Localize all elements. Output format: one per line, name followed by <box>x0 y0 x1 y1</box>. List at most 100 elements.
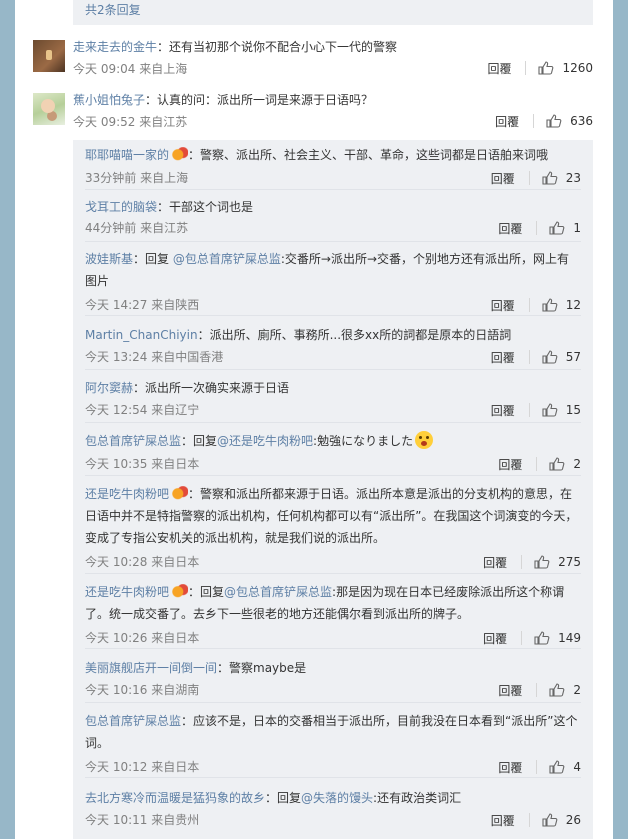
member-badge-icon <box>171 584 189 598</box>
comment-body: Martin_ChanChiyin：派出所、廁所、事務所...很多xx所的詞都是… <box>85 324 581 346</box>
thumbs-up-icon[interactable] <box>534 555 550 569</box>
reply-button[interactable]: 回覆 <box>483 554 507 571</box>
reply-button[interactable]: 回覆 <box>498 682 522 699</box>
comment-body: 还是吃牛肉粉吧 ：回复@包总首席铲屎总监:那是因为现在日本已经废除派出所这个称谓了… <box>85 581 581 625</box>
reply-button[interactable]: 回覆 <box>498 220 522 237</box>
divider <box>521 631 523 645</box>
username-link[interactable]: 耶耶喵喵一家的 <box>85 148 169 162</box>
comment-body: 去北方寒冷而温暖是猛犸象的故乡：回复@失落的馒头:还有政治类词汇 <box>85 787 581 809</box>
thumbs-up-icon[interactable] <box>549 683 565 697</box>
comment-text: :还有政治类词汇 <box>373 791 462 805</box>
list-item: 还是吃牛肉粉吧 ：回复@包总首席铲屎总监:那是因为现在日本已经废除派出所这个称谓了… <box>85 581 581 649</box>
like-count: 1260 <box>562 61 593 75</box>
like-count: 4 <box>573 760 581 774</box>
avatar[interactable] <box>33 40 65 72</box>
comment-meta: 今天 10:26 来自日本 <box>85 631 200 645</box>
avatar[interactable] <box>33 93 65 125</box>
reply-button[interactable]: 回覆 <box>491 349 515 366</box>
comment-actions: 回覆 149 <box>483 628 581 648</box>
reply-prefix: ：回复 <box>181 434 218 448</box>
username-link[interactable]: 波娃斯基 <box>85 252 133 266</box>
reply-button[interactable]: 回覆 <box>483 630 507 647</box>
comment-actions: 回覆 1 <box>498 218 581 238</box>
thumbs-up-icon[interactable] <box>549 457 565 471</box>
comment-meta: 今天 13:24 来自中国香港 <box>85 350 224 364</box>
username-link[interactable]: 蕉小姐怕兔子 <box>73 93 145 107</box>
reply-button[interactable]: 回覆 <box>491 170 515 187</box>
reply-button[interactable]: 回覆 <box>491 297 515 314</box>
username-link[interactable]: 包总首席铲屎总监 <box>85 434 181 448</box>
divider <box>536 760 538 774</box>
thumbs-up-icon[interactable] <box>538 61 554 75</box>
thumbs-up-icon[interactable] <box>534 631 550 645</box>
list-item: 戈耳工的脑袋：干部这个词也是 44分钟前 来自江苏 回覆 1 <box>85 196 581 242</box>
list-item: 包总首席铲屎总监：回复@还是吃牛肉粉吧:勉強になりました 今天 10:35 来自… <box>85 430 581 476</box>
comment-text: ：认真的问：派出所一词是来源于日语吗？ <box>145 93 374 107</box>
reply-button[interactable]: 回覆 <box>487 60 511 77</box>
reply-button[interactable]: 回覆 <box>495 113 519 130</box>
username-link[interactable]: 戈耳工的脑袋 <box>85 200 157 214</box>
comment-actions: 回覆 26 <box>491 810 581 830</box>
mention-link[interactable]: @包总首席铲屎总监 <box>173 252 281 266</box>
comment-body: 包总首席铲屎总监：回复@还是吃牛肉粉吧:勉強になりました <box>85 430 581 452</box>
divider <box>528 813 530 827</box>
comment-panel: 共2条回复 走来走去的金牛：还有当初那个说你不配合小心下一代的警察 今天 09:… <box>15 0 613 839</box>
thumbs-up-icon[interactable] <box>542 813 558 827</box>
reply-prefix: ：回复 <box>188 585 225 599</box>
divider <box>525 61 527 75</box>
thumbs-up-icon[interactable] <box>542 171 558 185</box>
thumbs-up-icon[interactable] <box>542 350 558 364</box>
comment-actions: 回覆 57 <box>491 347 581 367</box>
reply-prefix: ：回复 <box>133 252 170 266</box>
reply-button[interactable]: 回覆 <box>491 812 515 829</box>
username-link[interactable]: 去北方寒冷而温暖是猛犸象的故乡 <box>85 791 265 805</box>
comment-body: 包总首席铲屎总监：应该不是，日本的交番相当于派出所，目前我没在日本看到“派出所”… <box>85 710 581 754</box>
more-replies-link[interactable]: 共2条回复 <box>85 1 141 18</box>
like-count: 57 <box>565 350 581 364</box>
username-link[interactable]: 还是吃牛肉粉吧 <box>85 487 169 501</box>
comment-body: 阿尔窦赫：派出所一次确实来源于日语 <box>85 377 581 399</box>
divider <box>536 683 538 697</box>
reply-button[interactable]: 回覆 <box>498 456 522 473</box>
username-link[interactable]: 包总首席铲屎总监 <box>85 714 181 728</box>
divider <box>536 457 538 471</box>
thumbs-up-icon[interactable] <box>549 221 565 235</box>
username-link[interactable]: 阿尔窦赫 <box>85 381 133 395</box>
comment-text: ：还有当初那个说你不配合小心下一代的警察 <box>157 40 398 54</box>
mention-link[interactable]: @包总首席铲屎总监 <box>224 585 332 599</box>
mention-link[interactable]: @还是吃牛肉粉吧 <box>217 434 313 448</box>
comment-body: 美丽旗舰店开一间倒一间：警察maybe是 <box>85 657 581 679</box>
comment-actions: 回覆 4 <box>498 757 581 777</box>
thumbs-up-icon[interactable] <box>546 114 562 128</box>
reply-button[interactable]: 回覆 <box>491 402 515 419</box>
divider <box>536 221 538 235</box>
previous-replies-box: 共2条回复 <box>73 0 593 25</box>
username-link[interactable]: 走来走去的金牛 <box>73 40 157 54</box>
username-link[interactable]: 美丽旗舰店开一间倒一间 <box>85 661 217 675</box>
top-comment: 走来走去的金牛：还有当初那个说你不配合小心下一代的警察 今天 09:04 来自上… <box>33 40 593 84</box>
mention-link[interactable]: @失落的馒头 <box>301 791 373 805</box>
thumbs-up-icon[interactable] <box>542 403 558 417</box>
reply-button[interactable]: 回覆 <box>498 759 522 776</box>
comment-body: 还是吃牛肉粉吧 ：警察和派出所都来源于日语。派出所本意是派出的分支机构的意思，在日… <box>85 483 581 549</box>
divider <box>521 555 523 569</box>
comment-meta: 今天 10:11 来自贵州 <box>85 813 200 827</box>
list-item: 包总首席铲屎总监：应该不是，日本的交番相当于派出所，目前我没在日本看到“派出所”… <box>85 710 581 778</box>
comment-text: ：派出所一次确实来源于日语 <box>133 381 290 395</box>
comment-meta: 今天 10:35 来自日本 <box>85 457 200 471</box>
divider <box>528 171 530 185</box>
comment-actions: 回覆 12 <box>491 295 581 315</box>
sub-replies: 耶耶喵喵一家的 ：警察、派出所、社会主义、干部、革命，这些词都是日语舶来词哦 33… <box>73 140 593 839</box>
username-link[interactable]: Martin_ChanChiyin <box>85 328 198 342</box>
comment-meta: 今天 10:12 来自日本 <box>85 760 200 774</box>
username-link[interactable]: 还是吃牛肉粉吧 <box>85 585 169 599</box>
comment-actions: 回覆 275 <box>483 552 581 572</box>
comment-body: 戈耳工的脑袋：干部这个词也是 <box>85 196 581 218</box>
reply-prefix: ：回复 <box>265 791 302 805</box>
divider <box>533 114 535 128</box>
comment-meta: 今天 10:16 来自湖南 <box>85 683 200 697</box>
comment-meta: 今天 14:27 来自陕西 <box>85 298 200 312</box>
thumbs-up-icon[interactable] <box>549 760 565 774</box>
thumbs-up-icon[interactable] <box>542 298 558 312</box>
list-item: 波娃斯基：回复 @包总首席铲屎总监:交番所→派出所→交番，个别地方还有派出所，网… <box>85 248 581 316</box>
